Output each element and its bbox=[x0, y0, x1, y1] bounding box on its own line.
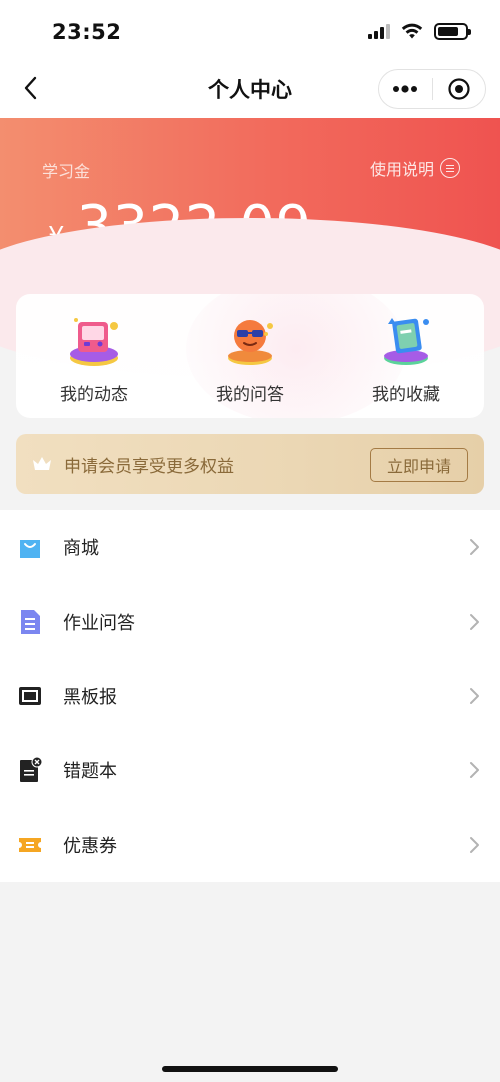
wallet-label: 学习金 bbox=[42, 162, 91, 181]
member-promo-text: 申请会员享受更多权益 bbox=[64, 456, 234, 477]
sunglasses-face-icon bbox=[228, 320, 273, 365]
menu-item-coupons[interactable]: 优惠券 bbox=[0, 808, 500, 882]
blackboard-icon bbox=[19, 686, 41, 705]
usage-help-link[interactable]: 使用说明 bbox=[370, 156, 460, 180]
usage-help-label: 使用说明 bbox=[369, 160, 434, 179]
apply-now-button[interactable]: 立即申请 bbox=[370, 448, 468, 482]
member-banner: 申请会员享受更多权益 立即申请 bbox=[16, 434, 484, 494]
close-miniprogram-button[interactable] bbox=[433, 70, 486, 108]
chevron-right-icon bbox=[470, 687, 479, 704]
wifi-icon bbox=[401, 23, 423, 39]
more-dots-icon bbox=[393, 85, 418, 93]
menu-item-label: 优惠券 bbox=[63, 835, 117, 857]
battery-icon bbox=[434, 22, 471, 40]
menu-item-homework-qa[interactable]: 作业问答 bbox=[0, 584, 500, 658]
status-time: 23:52 bbox=[52, 20, 122, 44]
document-icon bbox=[21, 609, 40, 634]
quick-actions-card: 我的动态 我的问答 我的收藏 bbox=[16, 294, 484, 418]
list-circle-icon bbox=[440, 158, 460, 178]
status-icons bbox=[368, 22, 471, 40]
menu-item-label: 黑板报 bbox=[63, 686, 117, 708]
menu-item-blackboard[interactable]: 黑板报 bbox=[0, 659, 500, 733]
chevron-right-icon bbox=[470, 539, 479, 556]
quick-action-label: 我的问答 bbox=[216, 385, 284, 405]
chevron-right-icon bbox=[470, 613, 479, 630]
menu-list: 商城 作业问答 黑板报 错题本 优惠券 bbox=[0, 510, 500, 882]
crown-icon bbox=[33, 457, 51, 470]
coupon-icon bbox=[19, 837, 41, 852]
quick-action-my-favorites[interactable]: 我的收藏 bbox=[328, 294, 484, 418]
menu-item-label: 作业问答 bbox=[63, 612, 135, 634]
quick-action-label: 我的动态 bbox=[60, 385, 128, 405]
mistake-notebook-icon bbox=[20, 757, 42, 783]
quick-action-my-posts[interactable]: 我的动态 bbox=[16, 294, 172, 418]
quick-action-label: 我的收藏 bbox=[372, 385, 440, 405]
screen: 23:52 个人中心 学习金 使用说明 我的动态 我的问答 我的收藏 申请会员享… bbox=[0, 0, 500, 1082]
chevron-right-icon bbox=[470, 762, 479, 779]
book-icon bbox=[384, 318, 429, 365]
menu-item-label: 错题本 bbox=[63, 761, 117, 783]
menu-item-label: 商城 bbox=[63, 538, 99, 560]
menu-item-mistake-book[interactable]: 错题本 bbox=[0, 733, 500, 807]
quick-action-my-qa[interactable]: 我的问答 bbox=[172, 294, 328, 418]
miniprogram-capsule bbox=[378, 69, 486, 109]
status-bar: 23:52 bbox=[0, 0, 500, 60]
game-machine-icon bbox=[70, 318, 118, 366]
target-circle-icon bbox=[448, 78, 470, 100]
nav-bar: 个人中心 bbox=[0, 60, 500, 118]
chevron-right-icon bbox=[470, 836, 479, 853]
home-indicator[interactable] bbox=[162, 1066, 338, 1072]
more-button[interactable] bbox=[379, 70, 432, 108]
shopping-bag-icon bbox=[20, 540, 40, 559]
menu-item-mall[interactable]: 商城 bbox=[0, 510, 500, 584]
cellular-signal-icon bbox=[368, 23, 390, 39]
